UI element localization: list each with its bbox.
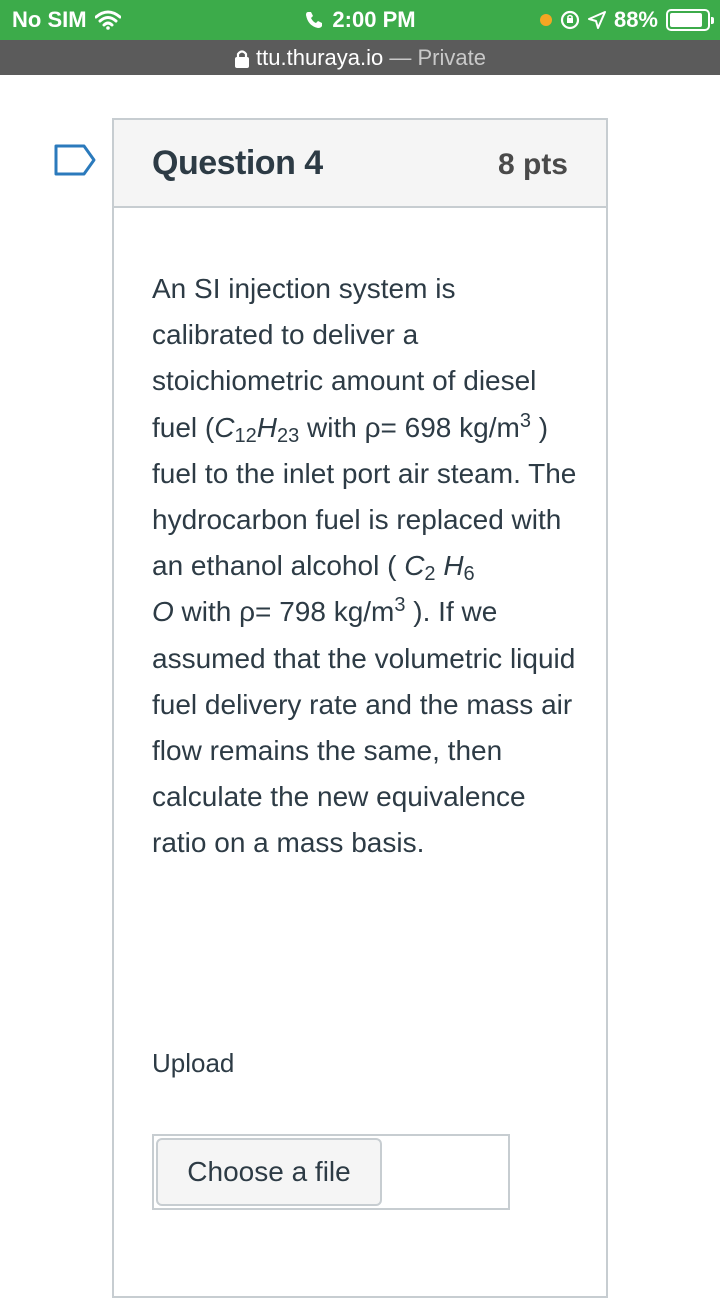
formula-symbol: H — [256, 411, 277, 443]
address-bar[interactable]: ttu.thuraya.io — Private — [0, 40, 720, 75]
orientation-lock-icon — [560, 10, 580, 30]
formula-superscript: 3 — [519, 409, 531, 432]
question-header: Question 4 8 pts — [114, 120, 606, 208]
status-bar: No SIM 2:00 PM 88% — [0, 0, 720, 40]
status-right: 88% — [539, 7, 714, 33]
battery-percent: 88% — [613, 7, 658, 32]
url-separator: — — [383, 45, 418, 70]
formula-symbol: O — [152, 596, 174, 628]
formula-subscript: 2 — [424, 563, 436, 586]
clock-time: 2:00 PM — [332, 7, 416, 32]
choose-file-button[interactable]: Choose a file — [156, 1138, 382, 1206]
formula-subscript: 23 — [276, 424, 300, 447]
battery-icon — [666, 9, 714, 31]
question-title: Question 4 — [152, 144, 323, 182]
question-text-part: with ρ= 798 kg/m — [173, 596, 395, 628]
formula-subscript: 6 — [463, 563, 475, 586]
question-text: An SI injection system is calibrated to … — [152, 266, 582, 867]
formula-symbol: H — [435, 550, 464, 582]
lock-icon — [235, 50, 250, 69]
formula-symbol: C — [404, 550, 425, 582]
private-mode-label: Private — [417, 45, 486, 70]
recording-dot-icon — [539, 14, 552, 26]
question-text-part: ). If we assumed that the volumetric liq… — [152, 596, 576, 859]
formula-symbol: C — [214, 411, 235, 443]
flag-question-icon[interactable] — [54, 144, 96, 176]
file-upload-input[interactable]: Choose a file — [152, 1134, 510, 1210]
question-card: Question 4 8 pts An SI injection system … — [112, 118, 608, 1298]
formula-subscript: 12 — [234, 424, 257, 447]
question-text-part: with ρ= 698 kg/m — [299, 411, 520, 443]
location-arrow-icon — [587, 11, 606, 29]
url-domain: ttu.thuraya.io — [256, 45, 384, 70]
phone-icon — [306, 12, 323, 28]
question-points: 8 pts — [497, 148, 568, 181]
upload-label: Upload — [152, 1048, 235, 1078]
formula-superscript: 3 — [394, 594, 406, 617]
